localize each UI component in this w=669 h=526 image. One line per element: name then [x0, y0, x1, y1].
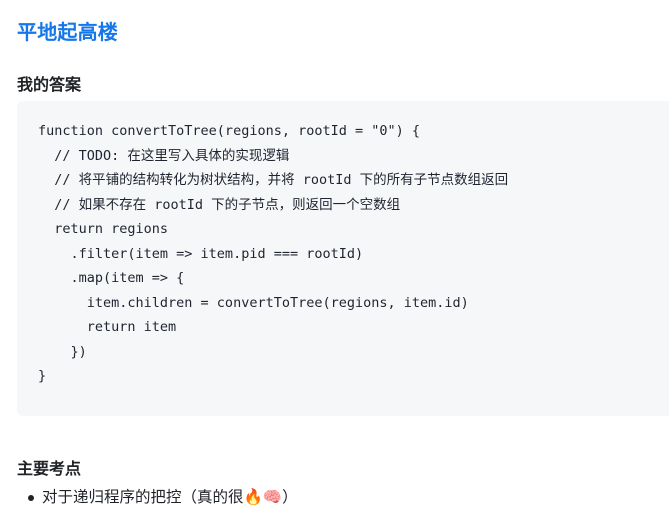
- document-page: 平地起高楼 我的答案 function convertToTree(region…: [0, 0, 669, 526]
- list-item-text-before: 对于递归程序的把控（真的很: [42, 489, 244, 506]
- code-block: function convertToTree(regions, rootId =…: [17, 101, 669, 416]
- brain-icon: 🧠: [262, 488, 283, 506]
- code-content: function convertToTree(regions, rootId =…: [38, 123, 509, 384]
- section-heading-my-answer: 我的答案: [17, 77, 82, 95]
- section-heading-key-points: 主要考点: [17, 461, 82, 479]
- list-item: 对于递归程序的把控（真的很🔥🧠）: [28, 484, 298, 511]
- key-points-list: 对于递归程序的把控（真的很🔥🧠）: [17, 484, 298, 511]
- fire-icon: 🔥: [243, 488, 263, 506]
- list-item-text-after: ）: [282, 489, 298, 506]
- page-title: 平地起高楼: [17, 22, 118, 45]
